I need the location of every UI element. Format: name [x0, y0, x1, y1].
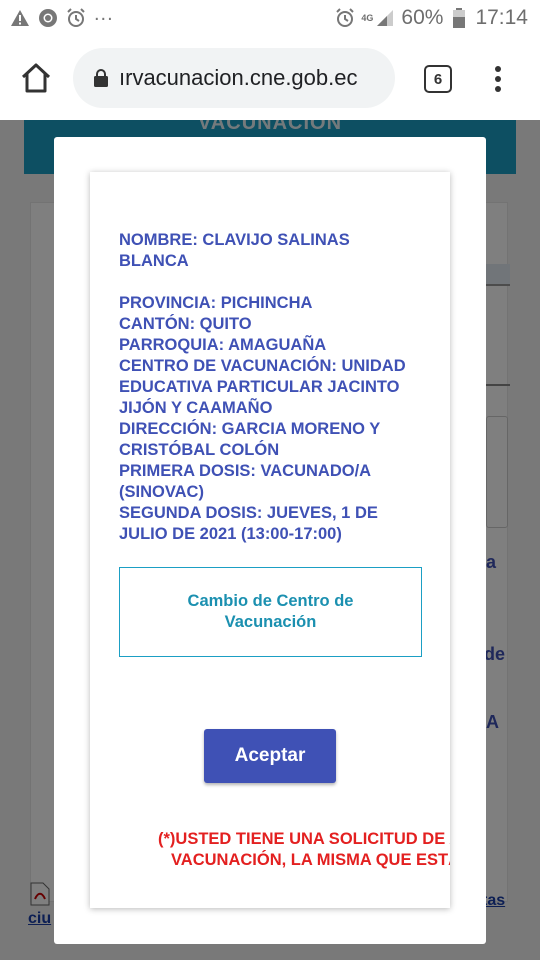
address: DIRECCIÓN: GARCIA MORENO Y CRISTÓBAL COL…	[119, 420, 380, 459]
second-dose: SEGUNDA DOSIS: JUEVES, 1 DE JULIO DE 202…	[119, 504, 378, 543]
url-text: ırvacunacion.cne.gob.ec	[119, 65, 358, 90]
alarm-icon	[335, 8, 355, 28]
dialog-content-card: NOMBRE: CLAVIJO SALINAS BLANCA PROVINCIA…	[90, 172, 450, 908]
more-notifications: ...	[94, 2, 114, 25]
status-bar-left: ...	[10, 3, 114, 28]
accept-button[interactable]: Aceptar	[204, 729, 336, 783]
menu-dot	[495, 76, 501, 82]
battery-icon	[449, 8, 469, 28]
lock-icon	[93, 69, 109, 87]
canton: CANTÓN: QUITO	[119, 315, 252, 333]
chrome-icon	[38, 8, 58, 28]
change-center-label: Cambio de Centro de Vacunación	[187, 592, 354, 631]
vaccination-center: CENTRO DE VACUNACIÓN: UNIDAD EDUCATIVA P…	[119, 357, 406, 417]
more-options-button[interactable]	[488, 62, 508, 96]
person-name: NOMBRE: CLAVIJO SALINAS BLANCA	[119, 231, 350, 270]
alarm-icon	[66, 8, 86, 28]
signal-icon	[375, 8, 395, 28]
update-request-notice: (*)USTED TIENE UNA SOLICITUD DE ACT VACU…	[158, 829, 450, 871]
address-bar[interactable]: ırvacunacion.cne.gob.ec	[73, 48, 395, 108]
change-center-button[interactable]: Cambio de Centro de Vacunación	[119, 567, 422, 657]
warning-icon	[10, 8, 30, 28]
home-button[interactable]	[18, 60, 54, 96]
battery-percent: 60%	[401, 6, 444, 29]
menu-dot	[495, 86, 501, 92]
notice-line: VACUNACIÓN, LA MISMA QUE ESTÁ SI	[171, 851, 450, 869]
menu-dot	[495, 66, 501, 72]
vaccination-details: NOMBRE: CLAVIJO SALINAS BLANCA PROVINCIA…	[119, 230, 421, 545]
province: PROVINCIA: PICHINCHA	[119, 294, 313, 312]
parish: PARROQUIA: AMAGUAÑA	[119, 336, 327, 354]
vaccination-info-dialog: NOMBRE: CLAVIJO SALINAS BLANCA PROVINCIA…	[54, 137, 486, 944]
status-bar: ... 4G 60% 17:14	[0, 0, 540, 38]
browser-toolbar: ırvacunacion.cne.gob.ec 6	[0, 38, 540, 120]
status-bar-right: 4G 60% 17:14	[335, 6, 528, 30]
home-icon	[18, 63, 54, 100]
notice-line: (*)USTED TIENE UNA SOLICITUD DE ACT	[158, 830, 450, 848]
tab-switcher-button[interactable]: 6	[424, 65, 452, 93]
first-dose: PRIMERA DOSIS: VACUNADO/A (SINOVAC)	[119, 462, 371, 501]
clock: 17:14	[475, 6, 528, 29]
network-type: 4G	[361, 12, 374, 23]
